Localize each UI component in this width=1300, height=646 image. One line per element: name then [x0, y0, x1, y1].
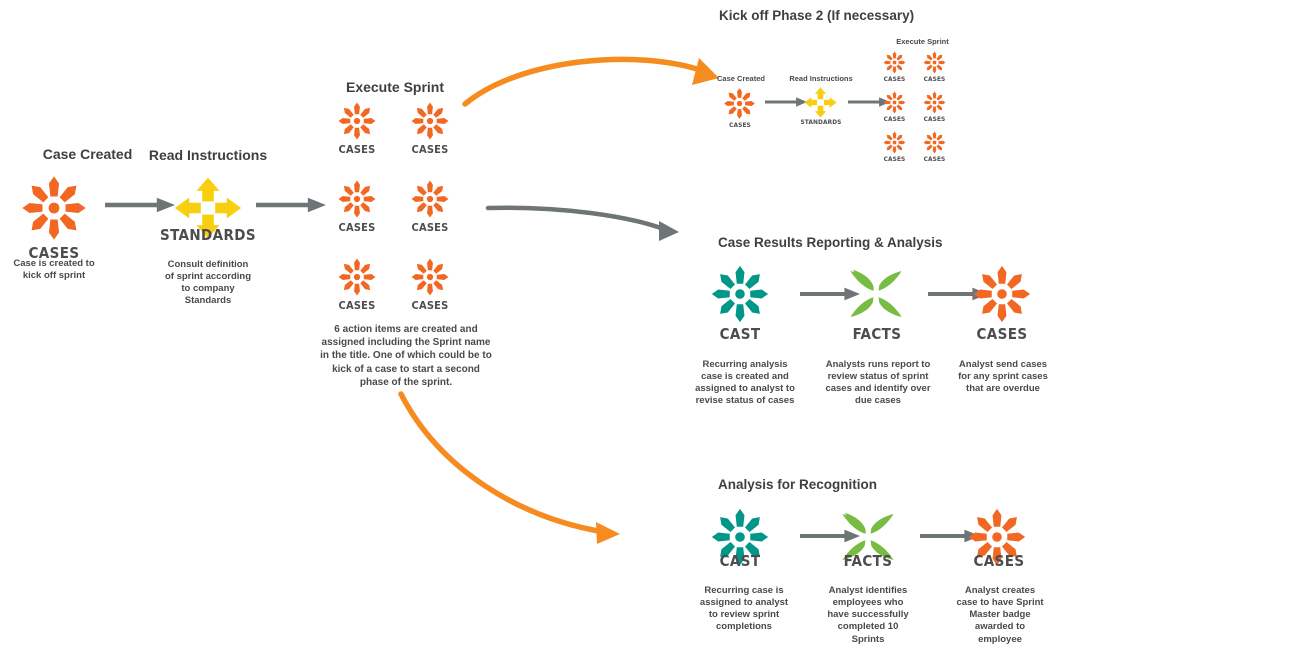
standards-diamond-arrows-icon: [803, 86, 838, 119]
cases-starburst-icon: CASES: [922, 50, 947, 83]
icon-label-cases: CASES: [923, 115, 946, 123]
icon-label-cases: CASES: [729, 121, 751, 129]
diagram-canvas: Case Created CASES Case is created to ki…: [0, 0, 1300, 646]
icon-label-cases: CASES: [976, 325, 1028, 343]
icon-label-cast: CAST: [719, 552, 761, 570]
icon-label-facts: FACTS: [852, 325, 902, 343]
caption-case-results-step-2: Analysts runs report to review status of…: [825, 359, 931, 407]
mini-stage-title-execute-sprint: Execute Sprint: [896, 37, 949, 46]
section-title-phase-2: Kick off Phase 2 (If necessary): [719, 8, 915, 23]
cases-starburst-icon: CASES: [882, 130, 907, 163]
icon-label-cases: CASES: [973, 552, 1025, 570]
cast-starburst-icon: [708, 262, 772, 326]
cases-starburst-icon: [722, 86, 757, 121]
mini-stage-title-read-instructions: Read Instructions: [789, 74, 853, 83]
icon-label-cases: CASES: [923, 155, 946, 163]
icon-label-cast: CAST: [719, 325, 761, 343]
cases-starburst-icon: CASES: [922, 90, 947, 123]
section-title-case-results: Case Results Reporting & Analysis: [718, 235, 943, 250]
caption-recognition-step-1: Recurring case is assigned to analyst to…: [699, 585, 789, 633]
icon-label-standards: STANDARDS: [800, 118, 842, 126]
icon-label-cases: CASES: [923, 75, 946, 83]
caption-case-results-step-1: Recurring analysis case is created and a…: [695, 359, 795, 407]
mini-arrow-case-created-to-read-instructions: [765, 96, 807, 108]
icon-label-cases: CASES: [883, 115, 906, 123]
phase2-execute-sprint-case-grid: CASES CASES CASES CASES CASES CASES: [880, 50, 958, 165]
cases-starburst-icon: CASES: [882, 90, 907, 123]
arrow-execute-sprint-to-phase-2: [462, 56, 719, 107]
cases-starburst-icon: CASES: [922, 130, 947, 163]
arrow-execute-sprint-to-case-results: [485, 205, 679, 241]
caption-case-results-step-3: Analyst send cases for any sprint cases …: [958, 359, 1048, 395]
icon-label-cases: CASES: [883, 75, 906, 83]
icon-label-facts: FACTS: [843, 552, 893, 570]
icon-label-cases: CASES: [883, 155, 906, 163]
section-title-recognition: Analysis for Recognition: [718, 477, 878, 492]
caption-recognition-step-3: Analyst creates case to have Sprint Mast…: [956, 585, 1044, 645]
arrow-execute-sprint-to-recognition: [398, 391, 620, 544]
connector-layer: [398, 56, 719, 544]
caption-recognition-step-2: Analyst identifies employees who have su…: [827, 585, 909, 645]
mini-stage-title-case-created: Case Created: [717, 74, 765, 83]
facts-pinwheel-icon: [843, 262, 909, 326]
cases-starburst-icon: [970, 262, 1034, 326]
cases-starburst-icon: CASES: [882, 50, 907, 83]
